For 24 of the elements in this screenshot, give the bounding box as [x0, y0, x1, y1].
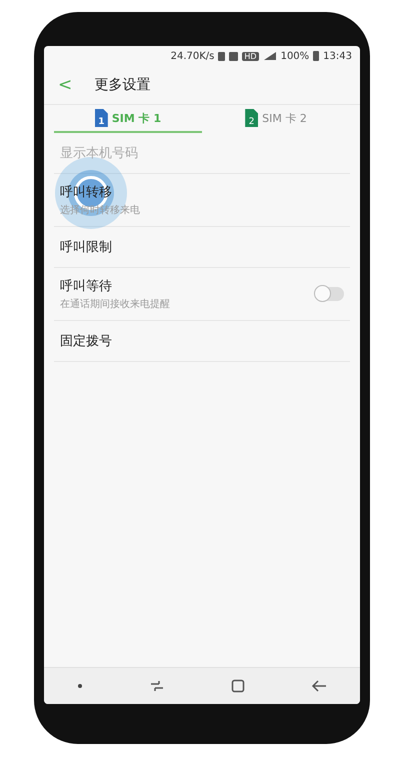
settings-item[interactable]: 呼叫限制 [54, 227, 350, 268]
dot-icon[interactable] [77, 683, 83, 689]
settings-item[interactable]: 固定拨号 [54, 321, 350, 362]
clock: 13:43 [323, 50, 352, 62]
settings-item[interactable]: 呼叫等待 在通话期间接收来电提醒 [54, 268, 350, 321]
item-subtitle: 在通话期间接收来电提醒 [60, 298, 171, 311]
sim-tab[interactable]: 1 SIM 卡 1 [54, 105, 202, 133]
item-title: 固定拨号 [60, 333, 113, 350]
sim-card-icon: 2 [245, 109, 258, 127]
sim-tab[interactable]: 2 SIM 卡 2 [202, 105, 350, 133]
item-title: 呼叫限制 [60, 239, 113, 256]
toggle-switch[interactable] [316, 287, 344, 301]
back-icon[interactable] [311, 680, 327, 692]
recents-icon[interactable] [149, 680, 165, 692]
page-title: 更多设置 [94, 76, 150, 94]
signal-icon [262, 51, 277, 61]
item-title: 呼叫等待 [60, 278, 113, 295]
sim-card-icon: 1 [94, 109, 108, 127]
item-title: 显示本机号码 [60, 145, 139, 162]
battery-level: 100% [280, 50, 310, 62]
battery-icon [313, 51, 320, 61]
network-speed: 24.70K/s [170, 50, 214, 62]
home-icon[interactable] [231, 679, 245, 693]
hd-badge: HD [242, 52, 259, 60]
